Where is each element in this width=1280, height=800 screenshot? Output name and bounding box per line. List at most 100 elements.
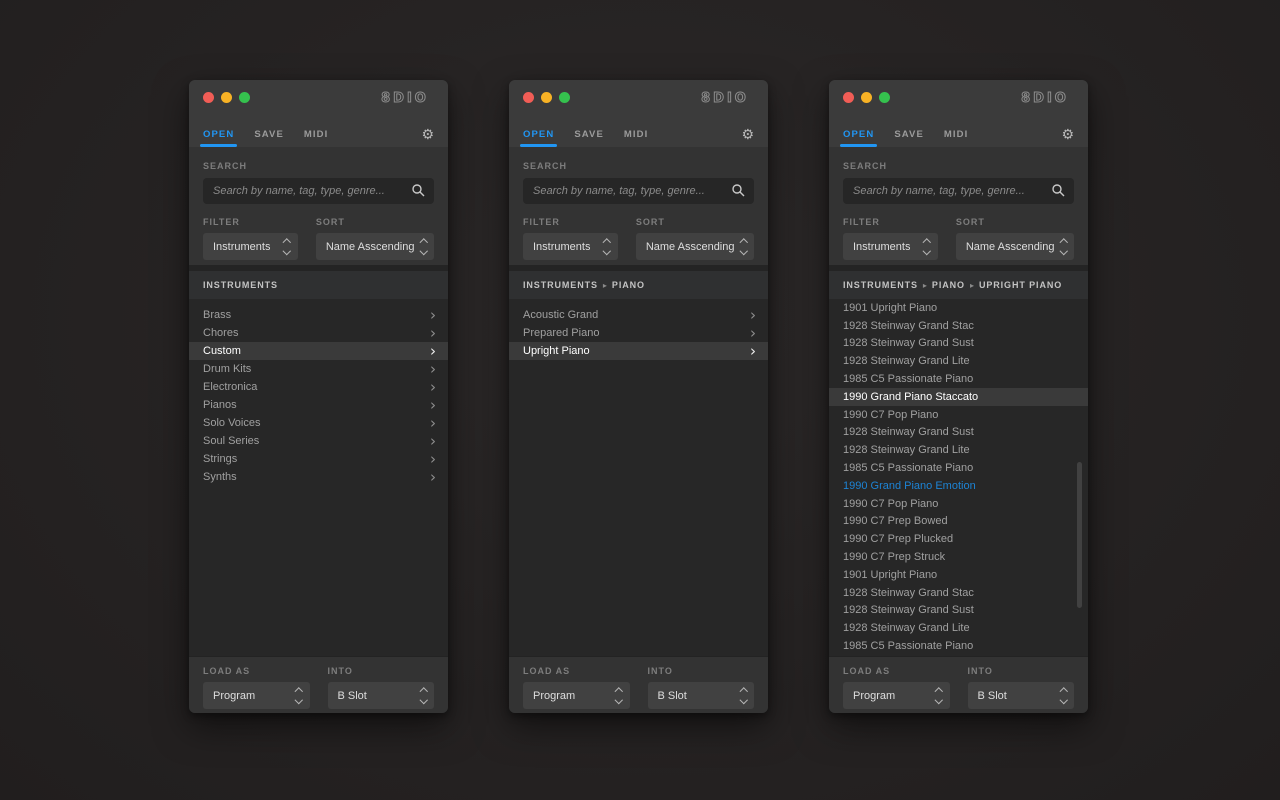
search-input[interactable] [523,178,754,204]
filter-select[interactable]: Instruments [843,233,938,260]
row-label: Chores [203,327,238,339]
folder-row[interactable]: Electronica› [189,378,448,396]
breadcrumb-separator-icon: ▸ [970,281,974,290]
into-select[interactable]: B Slot [968,682,1075,709]
tab-midi[interactable]: MIDI [304,121,328,147]
scrollbar[interactable] [1077,462,1082,608]
patch-row[interactable]: 1990 C7 Prep Struck [829,548,1088,566]
load-as-select[interactable]: Program [203,682,310,709]
folder-row[interactable]: Custom› [189,342,448,360]
minimize-button[interactable] [221,92,232,103]
updown-chevrons-icon [1055,689,1067,702]
tab-save[interactable]: SAVE [254,121,284,147]
filter-select[interactable]: Instruments [523,233,618,260]
chevron-right-icon: › [430,344,436,358]
patch-row[interactable]: 1990 C7 Pop Piano [829,495,1088,513]
gear-icon[interactable]: ⚙ [421,128,434,142]
load-as-label: LOAD AS [843,666,950,676]
minimize-button[interactable] [541,92,552,103]
folder-row[interactable]: Upright Piano› [509,342,768,360]
into-select[interactable]: B Slot [648,682,755,709]
folder-row[interactable]: Prepared Piano› [509,324,768,342]
row-label: Drum Kits [203,363,251,375]
tab-open[interactable]: OPEN [203,121,234,147]
load-footer: LOAD AS Program INTO B Slot [509,656,768,713]
tab-open[interactable]: OPEN [843,121,874,147]
patch-row[interactable]: 1901 Upright Piano [829,299,1088,317]
patch-row[interactable]: 1990 C7 Pop Piano [829,406,1088,424]
load-as-label: LOAD AS [203,666,310,676]
patch-row[interactable]: 1901 Upright Piano [829,566,1088,584]
svg-text:8DIO: 8DIO [381,91,429,105]
zoom-button[interactable] [239,92,250,103]
folder-row[interactable]: Solo Voices› [189,414,448,432]
tab-open[interactable]: OPEN [523,121,554,147]
folder-row[interactable]: Synths› [189,468,448,486]
breadcrumb-instruments[interactable]: INSTRUMENTS [523,280,598,290]
folder-row[interactable]: Pianos› [189,396,448,414]
patch-row[interactable]: 1990 C7 Prep Bowed [829,513,1088,531]
tab-save[interactable]: SAVE [894,121,924,147]
patch-row[interactable]: 1928 Steinway Grand Sust [829,335,1088,353]
patch-row[interactable]: 1928 Steinway Grand Lite [829,619,1088,637]
patch-row[interactable]: 1990 Grand Piano Staccato [829,388,1088,406]
patch-row[interactable]: 1928 Steinway Grand Sust [829,424,1088,442]
into-label: INTO [328,666,435,676]
tab-midi[interactable]: MIDI [624,121,648,147]
breadcrumb-instruments[interactable]: INSTRUMENTS [843,280,918,290]
traffic-lights [843,92,890,103]
folder-row[interactable]: Chores› [189,324,448,342]
tab-midi[interactable]: MIDI [944,121,968,147]
patch-row[interactable]: 1990 C7 Prep Plucked [829,530,1088,548]
8dio-logo: 8DIO [695,89,755,105]
browser-window-1: 8DIO OPEN SAVE MIDI ⚙ SEARCH FILTER [189,80,448,713]
row-label: 1990 C7 Pop Piano [843,498,938,510]
zoom-button[interactable] [879,92,890,103]
updown-chevrons-icon [735,689,747,702]
patch-row[interactable]: 1928 Steinway Grand Lite [829,441,1088,459]
breadcrumb-piano[interactable]: PIANO [612,280,645,290]
tab-save[interactable]: SAVE [574,121,604,147]
into-select[interactable]: B Slot [328,682,435,709]
gear-icon[interactable]: ⚙ [741,128,754,142]
close-button[interactable] [203,92,214,103]
patch-row[interactable]: 1928 Steinway Grand Stac [829,317,1088,335]
folder-row[interactable]: Acoustic Grand› [509,306,768,324]
breadcrumb-upright-piano[interactable]: UPRIGHT PIANO [979,280,1062,290]
search-input[interactable] [203,178,434,204]
folder-row[interactable]: Strings› [189,450,448,468]
search-filter-section: SEARCH FILTER Instruments SORT [189,147,448,265]
into-value: B Slot [658,690,687,702]
search-icon [1052,184,1065,197]
breadcrumb: INSTRUMENTS ▸ PIANO ▸ UPRIGHT PIANO [829,271,1088,299]
gear-icon[interactable]: ⚙ [1061,128,1074,142]
folder-row[interactable]: Soul Series› [189,432,448,450]
patch-row[interactable]: 1928 Steinway Grand Sust [829,602,1088,620]
breadcrumb-separator-icon: ▸ [603,281,607,290]
zoom-button[interactable] [559,92,570,103]
filter-label: FILTER [843,217,938,227]
breadcrumb-piano[interactable]: PIANO [932,280,965,290]
search-box [523,178,754,204]
sort-select[interactable]: Name Asscending [316,233,434,260]
chevron-right-icon: › [430,398,436,412]
close-button[interactable] [523,92,534,103]
patch-row[interactable]: 1928 Steinway Grand Stac [829,584,1088,602]
folder-row[interactable]: Drum Kits› [189,360,448,378]
minimize-button[interactable] [861,92,872,103]
folder-row[interactable]: Brass› [189,306,448,324]
patch-row[interactable]: 1985 C5 Passionate Piano [829,459,1088,477]
filter-select[interactable]: Instruments [203,233,298,260]
sort-select[interactable]: Name Asscending [956,233,1074,260]
close-button[interactable] [843,92,854,103]
sort-select[interactable]: Name Asscending [636,233,754,260]
patch-row[interactable]: 1985 C5 Passionate Piano [829,637,1088,655]
load-as-select[interactable]: Program [523,682,630,709]
search-input[interactable] [843,178,1074,204]
patch-row[interactable]: 1928 Steinway Grand Lite [829,352,1088,370]
patch-row[interactable]: 1990 Grand Piano Staccato [829,655,1088,656]
breadcrumb-instruments[interactable]: INSTRUMENTS [203,280,278,290]
patch-row[interactable]: 1990 Grand Piano Emotion [829,477,1088,495]
load-as-select[interactable]: Program [843,682,950,709]
patch-row[interactable]: 1985 C5 Passionate Piano [829,370,1088,388]
